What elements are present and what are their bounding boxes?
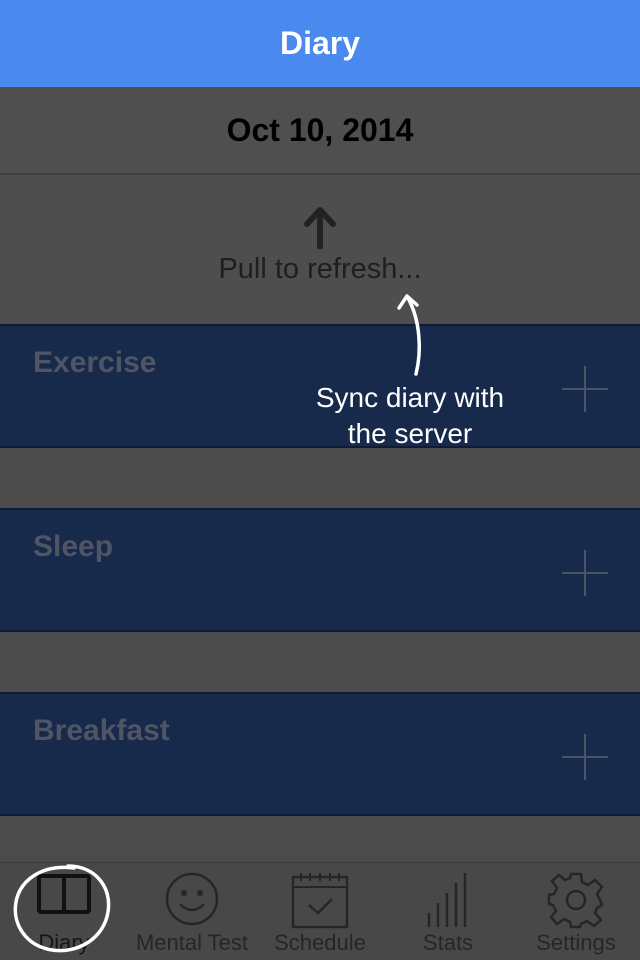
add-icon[interactable] — [562, 734, 608, 780]
page-title: Diary — [279, 25, 361, 61]
refresh-label: Pull to refresh... — [218, 253, 422, 285]
card-spacer — [0, 818, 640, 862]
tab-label: Settings — [536, 930, 616, 955]
annotation-line-1: Sync diary with — [315, 382, 505, 413]
card-title: Exercise — [33, 346, 157, 379]
card-spacer — [0, 450, 640, 508]
gear-icon — [547, 872, 604, 929]
card-title: Sleep — [33, 530, 114, 563]
diary-card-breakfast[interactable]: Breakfast — [0, 692, 640, 816]
pull-to-refresh[interactable]: Pull to refresh... — [0, 175, 640, 325]
annotation-line-2: the server — [347, 418, 473, 449]
card-title: Breakfast — [33, 714, 170, 747]
tab-label: Schedule — [274, 930, 366, 955]
annotation-arrow-icon — [397, 294, 422, 376]
date-label: Oct 10, 2014 — [226, 111, 414, 148]
bar-chart-icon — [427, 873, 467, 927]
card-spacer — [0, 634, 640, 692]
tab-schedule[interactable]: Schedule — [256, 863, 384, 960]
highlight-circle-icon — [13, 864, 111, 953]
nav-bar: Diary — [0, 0, 640, 87]
sync-annotation: Sync diary with the server — [280, 380, 540, 452]
diary-card-sleep[interactable]: Sleep — [0, 508, 640, 632]
tab-settings[interactable]: Settings — [512, 863, 640, 960]
tab-label: Stats — [422, 930, 474, 955]
add-icon[interactable] — [562, 366, 608, 412]
add-icon[interactable] — [562, 550, 608, 596]
tab-label: Mental Test — [135, 930, 249, 955]
calendar-icon — [291, 873, 349, 929]
tab-mental-test[interactable]: Mental Test — [128, 863, 256, 960]
date-header[interactable]: Oct 10, 2014 — [0, 87, 640, 175]
tab-stats[interactable]: Stats — [384, 863, 512, 960]
smiley-icon — [165, 872, 219, 926]
arrow-up-icon — [304, 207, 336, 249]
